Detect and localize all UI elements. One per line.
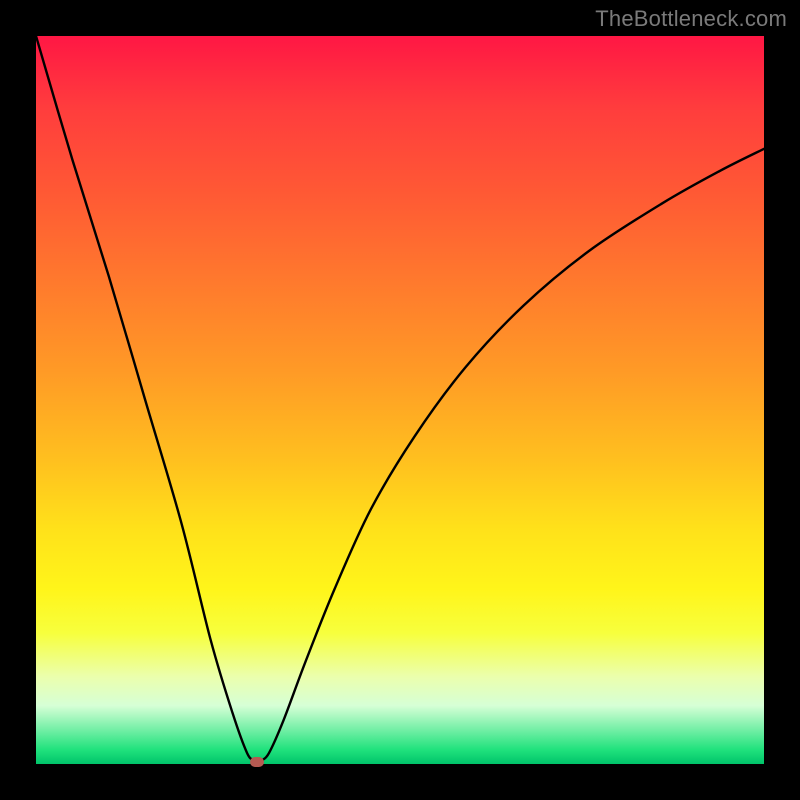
chart-frame: TheBottleneck.com [0,0,800,800]
watermark-text: TheBottleneck.com [595,6,787,32]
optimal-point-marker [250,757,264,767]
bottleneck-curve [36,36,764,764]
plot-area [36,36,764,764]
